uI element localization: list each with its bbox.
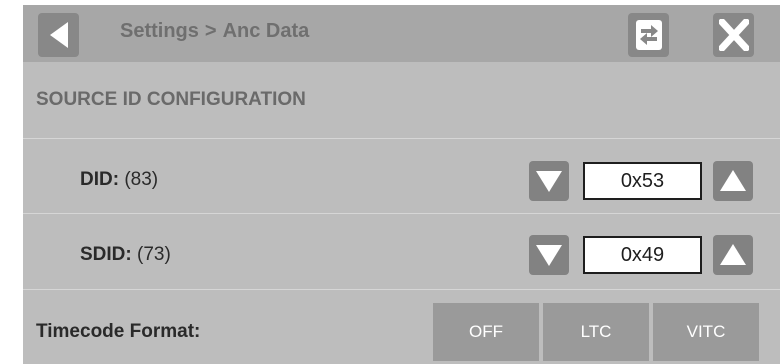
sdid-increment-button[interactable] [713,235,753,275]
did-label: DID: (83) [80,169,158,191]
header-bar: Settings > Anc Data [23,5,780,62]
timecode-ltc-button[interactable]: LTC [543,303,649,361]
settings-panel: Settings > Anc Data SOURCE ID CONFIGURATIO… [23,5,780,364]
did-decrement-button[interactable] [529,161,569,201]
did-value-field[interactable]: 0x53 [583,162,702,200]
breadcrumb-parent[interactable]: Settings [120,20,199,42]
timecode-vitc-button[interactable]: VITC [653,303,759,361]
triangle-down-icon [536,245,562,266]
swap-button[interactable] [628,13,669,57]
back-arrow-icon [49,22,68,48]
triangle-up-icon [720,170,746,191]
close-x-icon [718,19,749,51]
back-button[interactable] [38,13,79,57]
did-label-text: DID: [80,169,120,190]
divider [23,213,780,214]
sdid-label-text: SDID: [80,244,132,265]
triangle-up-icon [720,244,746,265]
did-increment-button[interactable] [713,161,753,201]
sdid-decrement-button[interactable] [529,235,569,275]
section-title: SOURCE ID CONFIGURATION [36,89,306,110]
sdid-decimal-value: (73) [137,244,171,265]
close-button[interactable] [713,13,754,57]
sdid-label: SDID: (73) [80,244,171,266]
breadcrumb: Settings > Anc Data [120,20,309,43]
breadcrumb-separator: > [204,20,217,42]
timecode-format-label: Timecode Format: [36,321,201,342]
triangle-down-icon [536,171,562,192]
swap-arrows-icon [635,20,662,50]
timecode-off-button[interactable]: OFF [433,303,539,361]
divider [23,138,780,139]
divider [23,289,780,290]
breadcrumb-current: Anc Data [222,20,310,42]
did-decimal-value: (83) [124,169,159,190]
sdid-value-field[interactable]: 0x49 [583,236,702,274]
